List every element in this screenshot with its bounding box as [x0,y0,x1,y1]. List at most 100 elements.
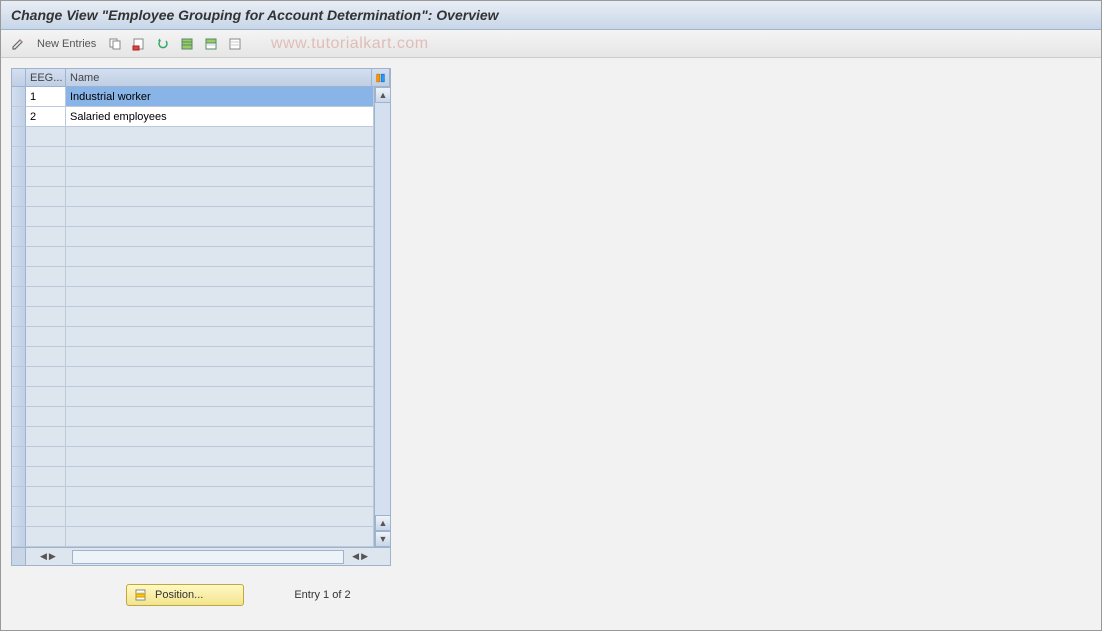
position-icon [135,588,149,602]
row-selector[interactable] [12,387,26,407]
row-selector[interactable] [12,167,26,187]
select-all-rows[interactable] [12,69,26,87]
cell-eeg[interactable] [26,187,66,207]
undo-change-icon[interactable] [154,35,172,53]
new-entries-button[interactable]: New Entries [33,38,100,50]
cell-name[interactable]: Industrial worker [66,87,374,107]
cell-eeg[interactable] [26,527,66,547]
row-selector[interactable] [12,267,26,287]
cell-name[interactable] [66,347,374,367]
cell-name[interactable] [66,427,374,447]
cell-eeg[interactable] [26,407,66,427]
scroll-right-icon-2[interactable]: ▶ [361,551,368,562]
cell-eeg[interactable] [26,507,66,527]
cell-eeg[interactable] [26,447,66,467]
cell-eeg[interactable] [26,267,66,287]
cell-eeg[interactable] [26,167,66,187]
row-selector[interactable] [12,127,26,147]
cell-name[interactable] [66,407,374,427]
cell-name[interactable] [66,327,374,347]
cell-eeg[interactable]: 1 [26,87,66,107]
cell-name[interactable] [66,507,374,527]
cell-name[interactable] [66,167,374,187]
toggle-change-icon[interactable] [9,35,27,53]
select-all-icon[interactable] [178,35,196,53]
scroll-right-icon[interactable]: ▶ [49,551,56,562]
cell-eeg[interactable]: 2 [26,107,66,127]
cell-eeg[interactable] [26,367,66,387]
cell-eeg[interactable] [26,347,66,367]
cell-name[interactable] [66,207,374,227]
scroll-down-icon[interactable]: ▼ [375,531,391,547]
cell-name[interactable] [66,187,374,207]
cell-eeg[interactable] [26,127,66,147]
cell-name[interactable] [66,527,374,547]
table-config-icon[interactable] [372,69,390,87]
scroll-up-icon[interactable]: ▲ [375,87,391,103]
row-selector[interactable] [12,327,26,347]
row-selector[interactable] [12,347,26,367]
position-button-label: Position... [155,589,203,601]
cell-name[interactable] [66,227,374,247]
cell-eeg[interactable] [26,247,66,267]
row-selector[interactable] [12,487,26,507]
horizontal-scrollbar[interactable]: ◀ ▶ ◀ ▶ [12,547,390,565]
row-selector[interactable] [12,187,26,207]
row-selector[interactable] [12,307,26,327]
row-selector[interactable] [12,367,26,387]
cell-name[interactable] [66,287,374,307]
row-selector[interactable] [12,147,26,167]
cell-name[interactable] [66,467,374,487]
row-selector[interactable] [12,447,26,467]
column-header-eeg[interactable]: EEG... [26,69,66,87]
cell-eeg[interactable] [26,467,66,487]
cell-eeg[interactable] [26,487,66,507]
row-selector[interactable] [12,427,26,447]
row-selector[interactable] [12,87,26,107]
cell-name[interactable] [66,247,374,267]
table-row: 1Industrial worker [12,87,374,107]
row-selector[interactable] [12,287,26,307]
position-button[interactable]: Position... [126,584,244,606]
title-bar: Change View "Employee Grouping for Accou… [1,1,1101,30]
table-row [12,147,374,167]
cell-name[interactable] [66,127,374,147]
scroll-left-icon-2[interactable]: ◀ [352,551,359,562]
cell-eeg[interactable] [26,327,66,347]
scroll-left-icon[interactable]: ◀ [40,551,47,562]
row-selector[interactable] [12,227,26,247]
cell-name[interactable] [66,447,374,467]
row-selector[interactable] [12,247,26,267]
select-block-icon[interactable] [202,35,220,53]
cell-eeg[interactable] [26,207,66,227]
cell-eeg[interactable] [26,287,66,307]
scroll-down-icon[interactable]: ▲ [375,515,391,531]
vertical-scrollbar[interactable]: ▲ ▲ ▼ [374,87,390,547]
table-row: 2Salaried employees [12,107,374,127]
delete-icon[interactable] [130,35,148,53]
cell-name[interactable] [66,387,374,407]
cell-name[interactable] [66,307,374,327]
cell-name[interactable] [66,147,374,167]
row-selector[interactable] [12,207,26,227]
column-header-name[interactable]: Name [66,69,372,87]
cell-eeg[interactable] [26,147,66,167]
row-selector[interactable] [12,507,26,527]
row-selector[interactable] [12,407,26,427]
copy-as-icon[interactable] [106,35,124,53]
cell-name[interactable] [66,367,374,387]
row-selector[interactable] [12,467,26,487]
h-scroll-track[interactable] [72,550,344,564]
row-selector[interactable] [12,527,26,547]
watermark: www.tutorialkart.com [271,35,429,53]
cell-eeg[interactable] [26,427,66,447]
cell-name[interactable]: Salaried employees [66,107,374,127]
cell-name[interactable] [66,487,374,507]
deselect-all-icon[interactable] [226,35,244,53]
cell-eeg[interactable] [26,227,66,247]
scroll-track[interactable] [375,103,390,547]
cell-name[interactable] [66,267,374,287]
cell-eeg[interactable] [26,387,66,407]
cell-eeg[interactable] [26,307,66,327]
row-selector[interactable] [12,107,26,127]
